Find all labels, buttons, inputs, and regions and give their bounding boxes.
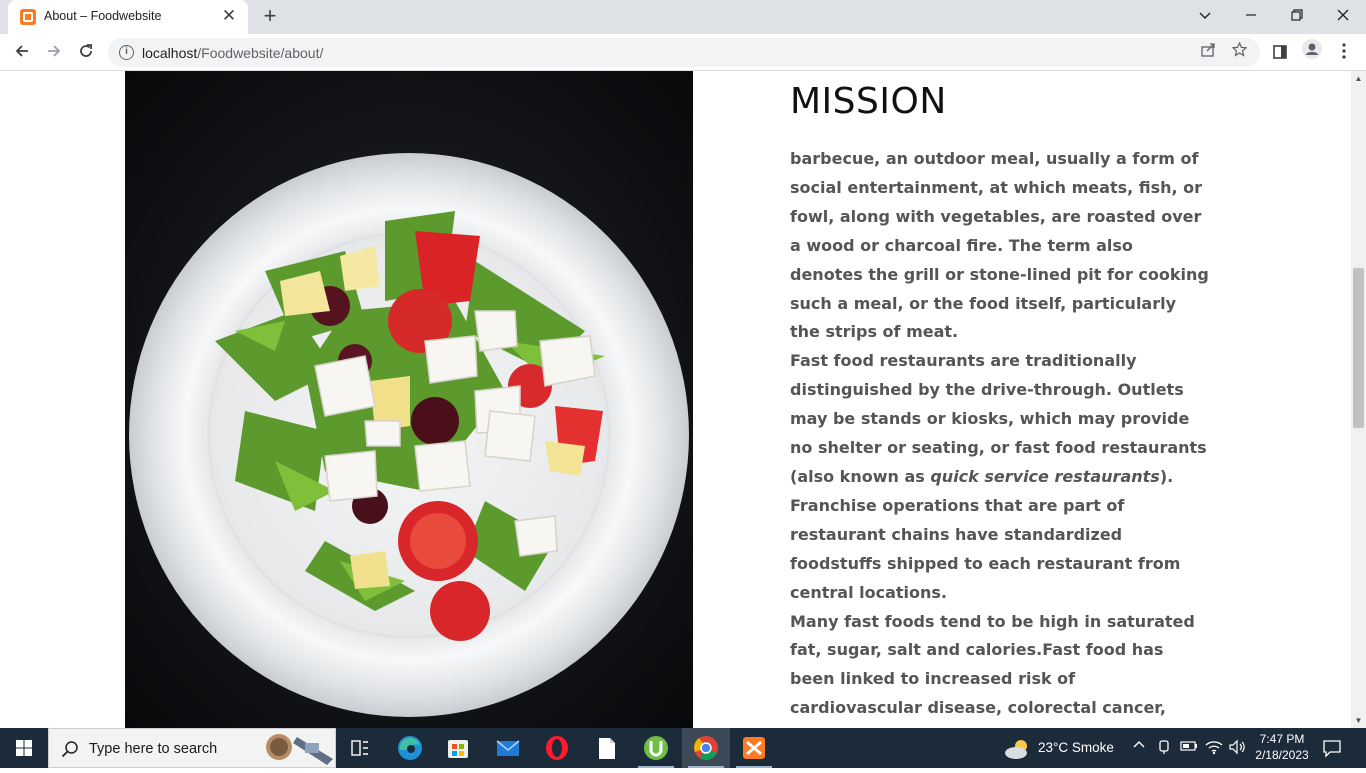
salad-photo [125,71,693,728]
taskbar-search[interactable]: Type here to search [48,728,336,768]
salad-plate-illustration [125,71,693,728]
windows-icon[interactable] [0,728,48,768]
notifications-icon[interactable] [1322,738,1342,763]
mission-section: MISSION barbecue, an outdoor meal, usual… [790,71,1210,728]
tab-strip: About – Foodwebsite ✕ + [0,0,1366,34]
search-icon [61,740,79,763]
url-text[interactable]: localhost/Foodwebsite/about/ [142,45,323,61]
side-panel-icon[interactable] [1266,39,1294,67]
xampp-icon[interactable] [730,728,778,768]
clock-time: 7:47 PM [1259,732,1305,746]
mail-icon[interactable] [484,728,532,768]
search-highlight-icon [257,731,335,772]
chrome-icon[interactable] [682,728,730,768]
back-icon[interactable] [8,39,36,67]
page-viewport: MISSION barbecue, an outdoor meal, usual… [0,71,1366,728]
address-bar[interactable]: i localhost/Foodwebsite/about/ [108,38,1260,67]
battery-icon[interactable] [1180,740,1198,755]
scroll-thumb[interactable] [1353,268,1364,428]
star-icon[interactable] [1228,41,1250,64]
browser-toolbar: i localhost/Foodwebsite/about/ [0,34,1366,71]
tab-title: About – Foodwebsite [44,9,162,23]
weather-text[interactable]: 23°C Smoke [1038,740,1114,755]
mission-heading: MISSION [790,81,947,122]
tab-search-icon[interactable] [1182,0,1228,34]
profile-icon[interactable] [1298,39,1326,67]
quick-service-term: quick service restaurants [930,466,1160,486]
restore-icon[interactable] [1274,0,1320,34]
show-hidden-icons-icon[interactable] [1133,739,1145,754]
browser-tab[interactable]: About – Foodwebsite ✕ [8,0,248,34]
file-icon[interactable] [582,728,630,768]
search-placeholder: Type here to search [89,741,218,757]
share-icon[interactable] [1197,42,1219,64]
mission-paragraph-1: barbecue, an outdoor meal, usually a for… [790,149,1209,342]
close-window-icon[interactable] [1320,0,1366,34]
task-view-icon[interactable] [336,728,384,768]
close-tab-icon[interactable]: ✕ [220,7,238,25]
mission-paragraph-3: Many fast foods tend to be high in satur… [790,611,1195,729]
page-scrollbar[interactable]: ▲ ▼ [1351,71,1366,728]
meet-now-icon[interactable] [1157,739,1171,758]
opera-icon[interactable] [533,728,581,768]
xampp-favicon-icon [20,9,36,25]
scroll-up-icon[interactable]: ▲ [1351,71,1366,86]
forward-icon[interactable] [40,39,68,67]
volume-icon[interactable] [1228,739,1246,758]
wifi-icon[interactable] [1205,739,1223,758]
weather-icon[interactable] [1003,738,1033,765]
menu-icon[interactable] [1330,39,1358,67]
edge-icon[interactable] [386,728,434,768]
system-clock[interactable]: 7:47 PM 2/18/2023 [1254,731,1310,763]
clock-date: 2/18/2023 [1255,748,1309,762]
windows-taskbar: Type here to search 23°C Smoke 7:47 PM 2… [0,728,1366,768]
store-icon[interactable] [434,728,482,768]
utorrent-icon[interactable] [632,728,680,768]
mission-paragraph-2: Fast food restaurants are traditionally … [790,351,1207,602]
minimize-icon[interactable] [1228,0,1274,34]
reload-icon[interactable] [72,39,100,67]
info-icon[interactable]: i [119,45,134,60]
scroll-down-icon[interactable]: ▼ [1351,713,1366,728]
new-tab-button[interactable]: + [258,5,282,29]
